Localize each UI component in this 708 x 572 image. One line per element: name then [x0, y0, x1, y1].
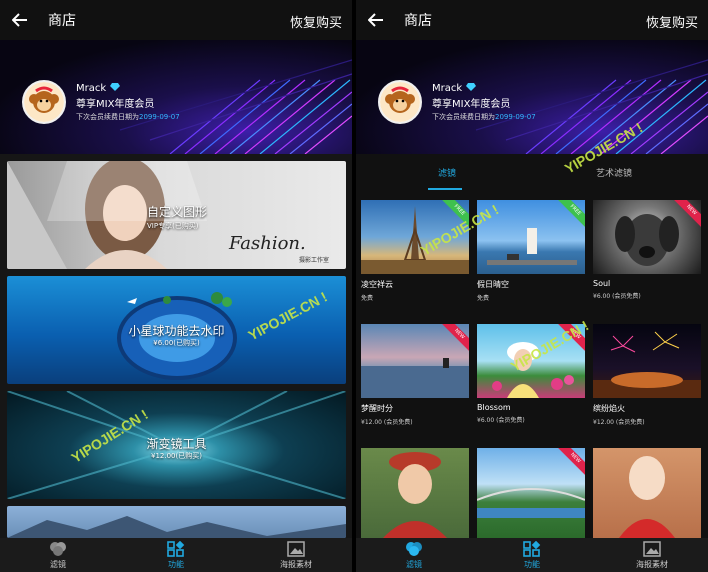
- filter-name: 梦醒时分: [361, 404, 393, 413]
- username: Mrack: [432, 83, 463, 94]
- active-tab-indicator: [428, 188, 462, 190]
- shop-screen-features: 商店 恢复购买 Mrack 尊享MIX年度会员 下次会员续费日期为2099-09…: [0, 0, 352, 572]
- features-grid-icon: [166, 540, 186, 558]
- back-arrow-icon[interactable]: [356, 0, 396, 40]
- card-caption-small: 摄影工作室: [299, 257, 330, 264]
- renew-prefix: 下次会员续费日期为: [76, 113, 139, 121]
- feature-card[interactable]: 小星球功能去水印 ¥6.00(已购买): [7, 276, 346, 384]
- nav-filters[interactable]: 滤镜: [18, 540, 98, 570]
- back-arrow-icon[interactable]: [0, 0, 40, 40]
- filter-tile[interactable]: FREE 凌空祥云 免费: [361, 200, 469, 302]
- feature-card[interactable]: 自定义图形 VIP专享(已购买) Fashion. 摄影工作室: [7, 161, 346, 269]
- nav-features-label: 功能: [524, 560, 540, 569]
- feature-card[interactable]: [7, 506, 346, 538]
- avatar[interactable]: [22, 80, 66, 124]
- membership-banner: Mrack 尊享MIX年度会员 下次会员续费日期为2099-09-07: [0, 40, 352, 154]
- filter-tile[interactable]: NEW 梦醒时分 ¥12.00 (会员免费): [361, 324, 469, 426]
- filter-thumbnail: [593, 448, 701, 538]
- restore-purchase-button[interactable]: 恢复购买: [290, 12, 342, 31]
- filter-name: 缤纷焰火: [593, 404, 625, 413]
- renew-prefix: 下次会员续费日期为: [432, 113, 495, 121]
- renew-date: 2099-09-07: [495, 113, 536, 121]
- poster-image-icon: [286, 540, 306, 558]
- filter-name: Blossom: [477, 403, 511, 412]
- filter-name: Soul: [593, 279, 611, 288]
- diamond-icon: [110, 83, 121, 94]
- feature-list: 自定义图形 VIP专享(已购买) Fashion. 摄影工作室 小星球功能去水印…: [0, 154, 352, 538]
- filter-price: ¥6.00 (会员免费): [593, 293, 641, 300]
- filter-thumbnail: NEW: [361, 324, 469, 398]
- bottom-nav: 滤镜 功能 海报素材: [356, 538, 708, 572]
- filter-thumbnail: [361, 448, 469, 538]
- renew-date: 2099-09-07: [139, 113, 180, 121]
- poster-image-icon: [642, 540, 662, 558]
- filter-name: 假日晴空: [477, 280, 509, 289]
- nav-filters-label: 滤镜: [406, 560, 422, 569]
- username: Mrack: [76, 83, 107, 94]
- card-title: 自定义图形: [147, 205, 208, 219]
- diamond-icon: [466, 83, 477, 94]
- filter-thumbnail: [593, 324, 701, 398]
- card-price: VIP专享(已购买): [147, 222, 199, 230]
- filter-tabs: 滤镜 艺术滤镜: [356, 154, 708, 192]
- nav-filters[interactable]: 滤镜: [374, 540, 454, 570]
- filters-icon: [48, 540, 68, 558]
- filter-tile[interactable]: 缤纷焰火 ¥12.00 (会员免费): [593, 324, 701, 426]
- filter-price: 免费: [361, 295, 374, 302]
- card-price: ¥6.00(已购买): [153, 339, 200, 347]
- filter-tile[interactable]: [593, 448, 701, 538]
- filter-price: ¥12.00 (会员免费): [361, 419, 413, 426]
- nav-poster[interactable]: 海报素材: [612, 540, 692, 570]
- filter-price: 免费: [477, 295, 490, 302]
- filter-tile[interactable]: NEW: [477, 448, 585, 538]
- filters-icon: [404, 540, 424, 558]
- filter-thumbnail: NEW: [477, 448, 585, 538]
- card-caption-script: Fashion.: [229, 233, 306, 254]
- renew-info: 下次会员续费日期为2099-09-07: [76, 112, 180, 122]
- tab-art-filters[interactable]: 艺术滤镜: [596, 166, 632, 179]
- nav-poster[interactable]: 海报素材: [256, 540, 336, 570]
- membership-banner: Mrack 尊享MIX年度会员 下次会员续费日期为2099-09-07: [356, 40, 708, 154]
- filter-price: ¥6.00 (会员免费): [477, 417, 525, 424]
- restore-purchase-button[interactable]: 恢复购买: [646, 12, 698, 31]
- nav-features[interactable]: 功能: [136, 540, 216, 570]
- nav-poster-label: 海报素材: [280, 560, 312, 569]
- feature-card[interactable]: 渐变镜工具 ¥12.00(已购买): [7, 391, 346, 499]
- card-title: 渐变镜工具: [146, 437, 207, 451]
- card-price: ¥12.00(已购买): [151, 452, 202, 460]
- nav-poster-label: 海报素材: [636, 560, 668, 569]
- page-title: 商店: [404, 13, 432, 29]
- top-bar: 商店 恢复购买: [356, 0, 708, 40]
- tab-filters[interactable]: 滤镜: [438, 166, 456, 179]
- filter-name: 凌空祥云: [361, 280, 393, 289]
- filter-tile[interactable]: NEW Soul ¥6.00 (会员免费): [593, 200, 701, 300]
- features-grid-icon: [522, 540, 542, 558]
- filter-price: ¥12.00 (会员免费): [593, 419, 645, 426]
- member-tier: 尊享MIX年度会员: [76, 99, 155, 110]
- bottom-nav: 滤镜 功能 海报素材: [0, 538, 352, 572]
- nav-filters-label: 滤镜: [50, 560, 66, 569]
- avatar[interactable]: [378, 80, 422, 124]
- renew-info: 下次会员续费日期为2099-09-07: [432, 112, 536, 122]
- filter-thumbnail: NEW: [593, 200, 701, 274]
- card-title: 小星球功能去水印: [128, 324, 225, 338]
- nav-features-label: 功能: [168, 560, 184, 569]
- member-tier: 尊享MIX年度会员: [432, 99, 511, 110]
- filter-tile[interactable]: [361, 448, 469, 538]
- page-title: 商店: [48, 13, 76, 29]
- top-bar: 商店 恢复购买: [0, 0, 352, 40]
- shop-screen-filters: 商店 恢复购买 Mrack 尊享MIX年度会员 下次会员续费日期为2099-09…: [356, 0, 708, 572]
- nav-features[interactable]: 功能: [492, 540, 572, 570]
